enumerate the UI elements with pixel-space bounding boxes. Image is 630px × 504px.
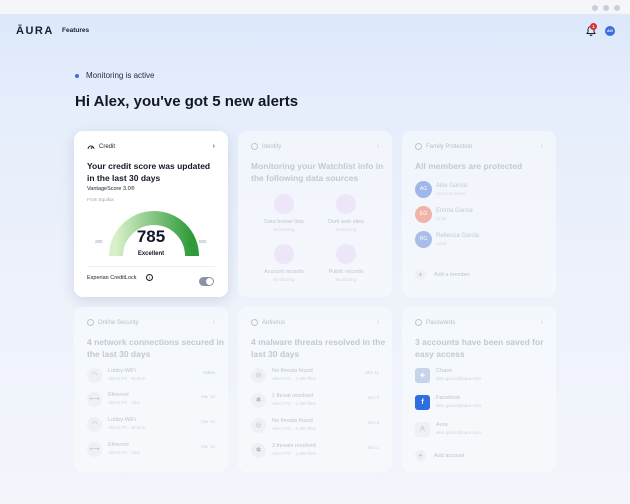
- shield-icon: [87, 319, 94, 326]
- chevron-right-icon[interactable]: ›: [213, 319, 215, 326]
- connection-row[interactable]: ⟷ Ethernet Alex's PC · 24m Mar 15: [87, 391, 215, 411]
- identity-icon: [251, 143, 258, 150]
- member-avatar: EG: [415, 206, 432, 223]
- family-card-header: Family Protection: [415, 143, 472, 150]
- chevron-right-icon[interactable]: ›: [213, 143, 215, 150]
- passwords-title: 3 accounts have been saved for easy acce…: [415, 337, 544, 359]
- page-title: Hi Alex, you've got 5 new alerts: [75, 93, 299, 110]
- family-label: Family Protection: [426, 143, 473, 150]
- bug-icon: [251, 319, 258, 326]
- info-icon[interactable]: i: [146, 274, 153, 281]
- member-row[interactable]: AG Alex Garcia Account owner: [415, 181, 543, 201]
- chevron-right-icon[interactable]: ›: [541, 319, 543, 326]
- source-dark-web: Dark web sites Monitoring: [306, 194, 386, 232]
- credit-model: VantageScore 3.0®: [87, 186, 135, 192]
- window-dot[interactable]: [603, 5, 609, 11]
- ethernet-icon: ⟷: [87, 392, 102, 407]
- antivirus-label: Antivirus: [262, 319, 286, 326]
- monitoring-status: Monitoring is active: [86, 71, 155, 80]
- key-icon: [415, 319, 422, 326]
- aura-logo[interactable]: ĀURA: [16, 25, 54, 37]
- chevron-right-icon[interactable]: ›: [377, 143, 379, 150]
- add-icon[interactable]: +: [415, 269, 426, 280]
- add-member-button[interactable]: Add a member: [434, 272, 470, 278]
- briefcase-icon: [274, 194, 294, 214]
- member-row[interactable]: RG Rebecca Garcia Adult: [415, 231, 543, 251]
- facebook-logo-icon: f: [415, 395, 430, 410]
- credit-card-header: Credit: [87, 143, 115, 151]
- antivirus-card-header: Antivirus: [251, 319, 285, 326]
- scan-row[interactable]: ◎ No threats found Alex's PC · 2,300 files…: [251, 417, 379, 437]
- credit-title: Your credit score was updated in the las…: [87, 161, 211, 183]
- passwords-label: Passwords: [426, 319, 456, 326]
- connection-row[interactable]: ⟷ Ethernet Alex's PC · 24m Mar 15: [87, 441, 215, 461]
- member-avatar: RG: [415, 231, 432, 248]
- window-dot[interactable]: [614, 5, 620, 11]
- fingerprint-icon: ◎: [251, 368, 266, 383]
- notification-badge: 1: [590, 23, 597, 30]
- account-row[interactable]: ◈ Chase alex.garcia@aura.com: [415, 367, 543, 387]
- account-row[interactable]: f Facebook alex.garcia@aura.com: [415, 394, 543, 414]
- passwords-card[interactable]: Passwords › 3 accounts have been saved f…: [402, 307, 556, 472]
- member-avatar: AG: [415, 181, 432, 198]
- window-dot[interactable]: [592, 5, 598, 11]
- creditlock-label: Experian CreditLock: [87, 275, 137, 281]
- wifi-icon: ◠: [87, 417, 102, 432]
- top-nav: ĀURA Features 1 AG: [0, 15, 630, 47]
- online-security-card[interactable]: Online Security › 4 network connections …: [74, 307, 228, 472]
- identity-card-header: Identity: [251, 143, 281, 150]
- fingerprint-icon: ◎: [251, 418, 266, 433]
- source-public-records: Public records Monitoring: [306, 244, 386, 282]
- passwords-card-header: Passwords: [415, 319, 455, 326]
- person-icon: [274, 244, 294, 264]
- bug-icon: ✱: [251, 443, 266, 458]
- scan-row[interactable]: ◎ No threats found Alex's PC · 2,300 files…: [251, 367, 379, 387]
- family-icon: [415, 143, 422, 150]
- credit-card[interactable]: Credit › Your credit score was updated i…: [74, 131, 228, 297]
- divider: [87, 266, 215, 267]
- account-row[interactable]: Λ Aura alex.garcia@aura.com: [415, 421, 543, 441]
- connection-row[interactable]: ◠ Lobby-WiFi Alex's PC · 8r:31m Mar 15: [87, 416, 215, 436]
- security-card-header: Online Security: [87, 319, 139, 326]
- credit-rating: Excellent: [137, 251, 165, 257]
- nav-features-link[interactable]: Features: [62, 27, 89, 34]
- creditlock-toggle[interactable]: [199, 277, 214, 286]
- gauge-icon: [87, 145, 95, 150]
- chase-logo-icon: ◈: [415, 368, 430, 383]
- security-title: 4 network connections secured in the las…: [87, 337, 224, 359]
- antivirus-title: 4 malware threats resolved in the last 3…: [251, 337, 386, 359]
- chevron-right-icon[interactable]: ›: [377, 319, 379, 326]
- bug-icon: ✱: [251, 393, 266, 408]
- add-icon[interactable]: +: [415, 450, 426, 461]
- identity-card[interactable]: Identity › Monitoring your Watchlist inf…: [238, 131, 392, 297]
- window-titlebar: [0, 0, 630, 15]
- antivirus-card[interactable]: Antivirus › 4 malware threats resolved i…: [238, 307, 392, 472]
- scan-row[interactable]: ✱ 1 threat resolved Alex's PC · 2,300 file…: [251, 392, 379, 412]
- credit-score: 785: [136, 227, 166, 246]
- security-label: Online Security: [98, 319, 139, 326]
- ethernet-icon: ⟷: [87, 442, 102, 457]
- member-row[interactable]: EG Emma Garcia Child: [415, 206, 543, 226]
- status-dot-icon: [75, 74, 79, 78]
- family-title: All members are protected: [415, 161, 523, 171]
- aura-logo-icon: Λ: [415, 422, 430, 437]
- wifi-icon: ◠: [87, 368, 102, 383]
- credit-label: Credit: [99, 144, 116, 150]
- add-account-button[interactable]: Add account: [434, 453, 465, 459]
- chevron-right-icon[interactable]: ›: [541, 143, 543, 150]
- scan-row[interactable]: ✱ 3 threats resolved Alex's PC · 2,300 fil…: [251, 442, 379, 462]
- identity-title: Monitoring your Watchlist info in the fo…: [251, 161, 384, 183]
- connection-row[interactable]: ◠ Lobby-WiFi Alex's PC · 8r:31m Active: [87, 367, 215, 387]
- family-card[interactable]: Family Protection › All members are prot…: [402, 131, 556, 297]
- identity-label: Identity: [262, 143, 282, 150]
- document-icon: [336, 244, 356, 264]
- spy-icon: [336, 194, 356, 214]
- user-avatar[interactable]: AG: [605, 26, 615, 36]
